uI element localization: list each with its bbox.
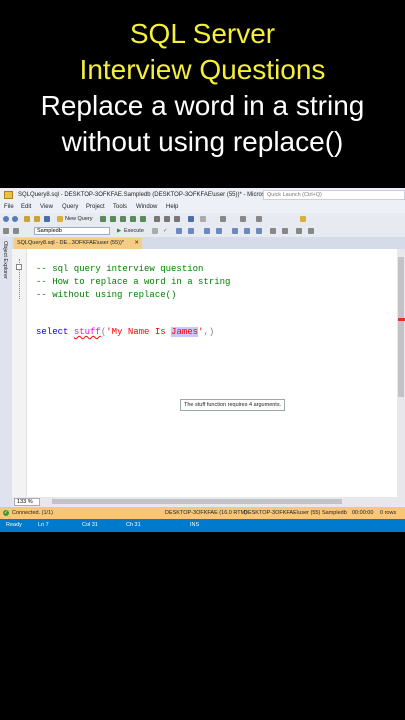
results-to-grid-icon[interactable] — [244, 228, 250, 234]
paste-icon[interactable] — [174, 216, 180, 222]
object-explorer-label: Object Explorer — [2, 241, 8, 279]
caption-line-1: SQL Server — [129, 18, 276, 49]
caption-line-4: without using replace() — [61, 126, 344, 157]
editor-margin — [12, 249, 27, 497]
redo-icon[interactable] — [200, 216, 206, 222]
connection-user: DESKTOP-3OFKFAE\user (55) — [244, 510, 321, 516]
new-query-button[interactable]: New Query — [65, 213, 93, 225]
find-icon[interactable] — [220, 216, 226, 222]
display-plan-icon[interactable] — [176, 228, 182, 234]
menu-file[interactable]: File — [4, 202, 14, 213]
toolbox-icon[interactable] — [256, 216, 262, 222]
intellisense-icon[interactable] — [204, 228, 210, 234]
db-query-icon[interactable] — [100, 216, 106, 222]
keyword-select: select — [36, 327, 69, 337]
connection-bar: ✓ Connected. (1/1) DESKTOP-3OFKFAE (16.0… — [0, 507, 405, 519]
trailing-punctuation: ,) — [203, 327, 215, 337]
title-bar: SQLQuery8.sql - DESKTOP-3OFKFAE.Sampledb… — [0, 188, 405, 202]
parse-icon[interactable]: ✓ — [163, 225, 168, 237]
string-literal: 'My Name Is — [106, 327, 172, 337]
include-plan-icon[interactable] — [216, 228, 222, 234]
query-options-icon[interactable] — [188, 228, 194, 234]
connection-server: DESKTOP-3OFKFAE (16.0 RTM) — [165, 510, 248, 516]
copy-icon[interactable] — [164, 216, 170, 222]
save-icon[interactable] — [44, 216, 50, 222]
back-icon[interactable] — [3, 216, 9, 222]
xmla-query-icon[interactable] — [130, 216, 136, 222]
tab-sqlquery8[interactable]: SQLQuery8.sql - DE...3OFKFAE\user (55))*… — [14, 238, 142, 249]
open-file-icon[interactable] — [34, 216, 40, 222]
status-line: Ln 7 — [38, 522, 49, 528]
dax-query-icon[interactable] — [140, 216, 146, 222]
connection-time: 00:00:00 — [352, 510, 374, 516]
change-connection-icon[interactable] — [13, 228, 19, 234]
ssms-app-icon — [4, 191, 13, 199]
code-select-line: select stuff('My Name Is James',) — [36, 327, 214, 338]
indent-icon[interactable] — [308, 228, 314, 234]
pin-icon[interactable] — [300, 216, 306, 222]
zoom-select[interactable]: 133 % — [14, 498, 40, 506]
collapse-icon[interactable] — [16, 264, 22, 270]
execute-button[interactable]: Execute — [124, 225, 144, 237]
code-comment-2: -- How to replace a word in a string — [36, 277, 231, 287]
connection-rows: 0 rows — [380, 510, 397, 516]
vertical-scroll-thumb[interactable] — [398, 257, 404, 397]
menu-project[interactable]: Project — [86, 202, 105, 213]
caption-line-2: Interview Questions — [79, 54, 326, 85]
results-to-file-icon[interactable] — [256, 228, 262, 234]
menu-window[interactable]: Window — [136, 202, 157, 213]
uncomment-icon[interactable] — [282, 228, 288, 234]
document-tabs: SQLQuery8.sql - DE...3OFKFAE\user (55))*… — [12, 237, 405, 249]
status-column: Col 31 — [82, 522, 98, 528]
code-comment-3: -- without using replace() — [36, 290, 177, 300]
vertical-scrollbar[interactable] — [397, 249, 405, 497]
horizontal-scrollbar[interactable]: 133 % — [12, 497, 405, 507]
horizontal-scroll-thumb[interactable] — [52, 499, 342, 504]
execute-icon[interactable]: ▶ — [117, 225, 121, 237]
menu-edit[interactable]: Edit — [21, 202, 31, 213]
status-ins: INS — [190, 522, 200, 528]
connected-check-icon: ✓ — [3, 510, 9, 516]
query-editor[interactable]: -- sql query interview question -- How t… — [12, 249, 397, 497]
mdx-query-icon[interactable] — [110, 216, 116, 222]
status-char: Ch 31 — [126, 522, 141, 528]
outdent-icon[interactable] — [296, 228, 302, 234]
function-stuff: stuff — [73, 327, 101, 337]
new-file-icon[interactable] — [24, 216, 30, 222]
status-ready: Ready — [6, 522, 22, 528]
caption-line-3: Replace a word in a string — [40, 90, 365, 121]
window-title: SQLQuery8.sql - DESKTOP-3OFKFAE.Sampledb… — [18, 192, 291, 198]
menu-help[interactable]: Help — [166, 202, 178, 213]
connection-status: Connected. (1/1) — [12, 510, 53, 516]
menu-bar: File Edit View Query Project Tools Windo… — [0, 202, 405, 213]
menu-query[interactable]: Query — [62, 202, 78, 213]
forward-icon[interactable] — [12, 216, 18, 222]
tab-label: SQLQuery8.sql - DE...3OFKFAE\user (55))* — [17, 240, 124, 246]
cut-icon[interactable] — [154, 216, 160, 222]
error-tooltip: The stuff function requires 4 arguments. — [180, 399, 286, 411]
connect-icon[interactable] — [3, 228, 9, 234]
undo-icon[interactable] — [188, 216, 194, 222]
ssms-window: SQLQuery8.sql - DESKTOP-3OFKFAE.Sampledb… — [0, 188, 405, 532]
stop-icon[interactable] — [152, 228, 158, 234]
menu-tools[interactable]: Tools — [113, 202, 127, 213]
menu-view[interactable]: View — [40, 202, 53, 213]
database-select[interactable]: Sampledb — [34, 227, 110, 235]
results-to-text-icon[interactable] — [232, 228, 238, 234]
connection-database: Sampledb — [322, 510, 347, 516]
new-query-icon[interactable] — [57, 216, 63, 222]
properties-icon[interactable] — [240, 216, 246, 222]
close-tab-icon[interactable]: ✕ — [134, 238, 139, 249]
highlighted-word: James — [171, 327, 199, 337]
comment-icon[interactable] — [270, 228, 276, 234]
dmx-query-icon[interactable] — [120, 216, 126, 222]
code-comment-1: -- sql query interview question — [36, 264, 204, 274]
status-bar: Ready Ln 7 Col 31 Ch 31 INS — [0, 519, 405, 532]
error-marker — [398, 318, 405, 321]
quick-launch-input[interactable]: Quick Launch (Ctrl+Q) — [263, 190, 405, 200]
